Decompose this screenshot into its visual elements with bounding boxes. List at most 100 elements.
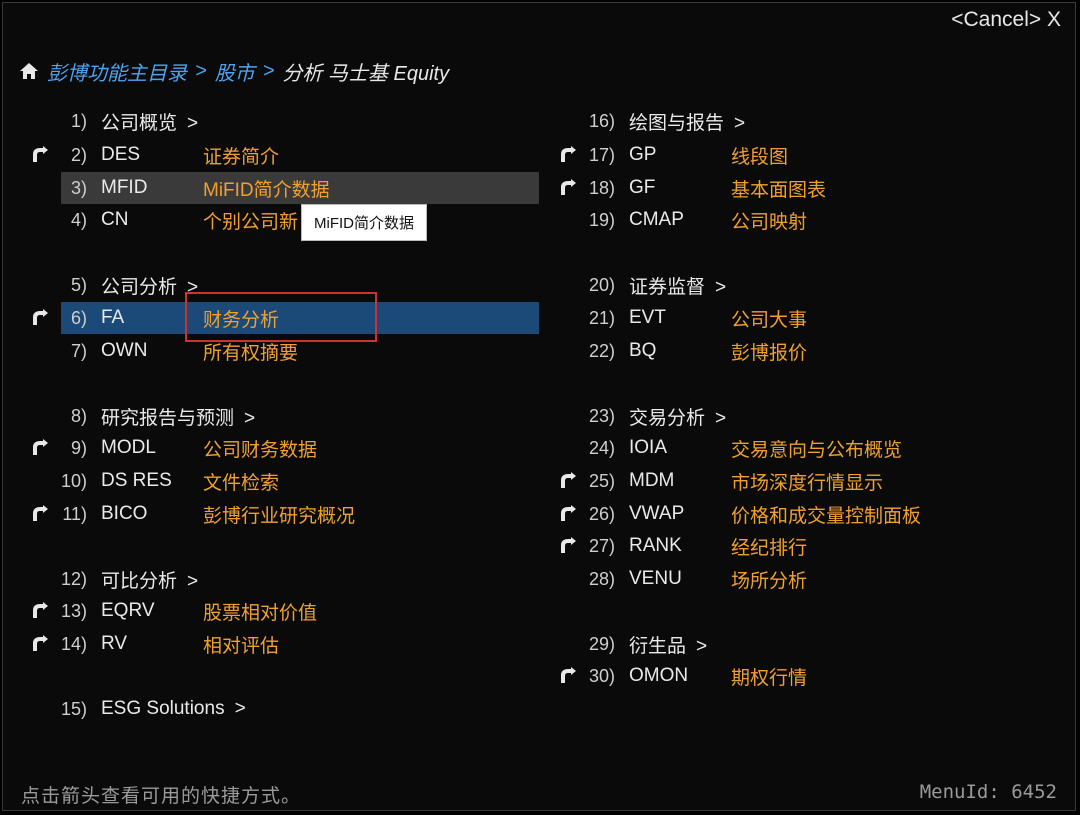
section-title: 研究报告与预测	[101, 407, 235, 429]
menu-item-ds-res[interactable]: 10) DS RES 文件检索	[3, 465, 543, 497]
function-description: 彭博报价	[731, 342, 808, 364]
menu-item-venu[interactable]: 28) VENU 场所分析	[543, 563, 1073, 595]
function-description: 股票相对价值	[203, 602, 318, 624]
chevron-right-icon: >	[244, 407, 256, 429]
shortcut-arrow-icon[interactable]	[31, 309, 49, 327]
function-description: 个别公司新	[203, 211, 299, 233]
shortcut-arrow-icon[interactable]	[31, 439, 49, 457]
menu-item-gf[interactable]: 18) GF 基本面图表	[543, 172, 1073, 204]
section-title: 公司概览	[101, 112, 178, 134]
function-description: 文件检索	[203, 472, 280, 494]
shortcut-arrow-icon[interactable]	[31, 505, 49, 523]
breadcrumb: 彭博功能主目录 > 股市 > 分析 马士基 Equity	[19, 57, 449, 86]
menu-item-fa[interactable]: 6) FA 财务分析	[61, 302, 539, 334]
chevron-right-icon: >	[187, 112, 199, 134]
tooltip: MiFID简介数据	[301, 204, 427, 241]
function-description: 财务分析	[203, 309, 280, 331]
function-description: 证券简介	[203, 146, 280, 168]
function-code: EVT	[629, 307, 666, 328]
section-title: 可比分析	[101, 570, 178, 592]
menu-item-rv[interactable]: 14) RV 相对评估	[3, 628, 543, 660]
breadcrumb-link-equity[interactable]: 股市	[215, 57, 255, 86]
menu-item-cn[interactable]: 4) CN 个别公司新	[3, 204, 543, 236]
function-description: 市场深度行情显示	[731, 472, 884, 494]
section-title: ESG Solutions	[101, 698, 225, 719]
function-code: DES	[101, 144, 141, 165]
breadcrumb-separator: >	[262, 59, 275, 82]
breadcrumb-link-main-menu[interactable]: 彭博功能主目录	[47, 57, 187, 86]
function-description: 彭博行业研究概况	[203, 505, 356, 527]
shortcut-arrow-icon[interactable]	[31, 146, 49, 164]
section-header-comparable[interactable]: 12) 可比分析 >	[3, 563, 543, 595]
section-header-charts-reports[interactable]: 16) 绘图与报告 >	[543, 105, 1073, 137]
function-description: 价格和成交量控制面板	[731, 505, 922, 527]
menu-item-mdm[interactable]: 25) MDM 市场深度行情显示	[543, 465, 1073, 497]
menu-item-cmap[interactable]: 19) CMAP 公司映射	[543, 204, 1073, 236]
menu-item-eqrv[interactable]: 13) EQRV 股票相对价值	[3, 595, 543, 627]
menu-item-omon[interactable]: 30) OMON 期权行情	[543, 660, 1073, 692]
section-title: 公司分析	[101, 276, 178, 298]
section-header-security-monitor[interactable]: 20) 证券监督 >	[543, 269, 1073, 301]
shortcut-arrow-icon[interactable]	[31, 602, 49, 620]
chevron-right-icon: >	[234, 698, 246, 719]
function-code: OWN	[101, 340, 148, 361]
shortcut-arrow-icon[interactable]	[31, 635, 49, 653]
menu-item-gp[interactable]: 17) GP 线段图	[543, 139, 1073, 171]
function-description: 基本面图表	[731, 179, 827, 201]
menu-item-own[interactable]: 7) OWN 所有权摘要	[3, 335, 543, 367]
section-header-company-analysis[interactable]: 5) 公司分析 >	[3, 269, 543, 301]
home-icon[interactable]	[19, 60, 41, 82]
section-title: 证券监督	[629, 276, 706, 298]
section-title: 绘图与报告	[629, 112, 725, 134]
footer-hint: 点击箭头查看可用的快捷方式。	[21, 786, 302, 807]
breadcrumb-separator: >	[195, 59, 207, 82]
menu-item-mfid[interactable]: 3) MFID MiFID简介数据	[61, 172, 539, 204]
menu-item-modl[interactable]: 9) MODL 公司财务数据	[3, 432, 543, 464]
function-code: CMAP	[629, 209, 684, 230]
section-header-research[interactable]: 8) 研究报告与预测 >	[3, 400, 543, 432]
menu-item-vwap[interactable]: 26) VWAP 价格和成交量控制面板	[543, 498, 1073, 530]
menu-item-bico[interactable]: 11) BICO 彭博行业研究概况	[3, 498, 543, 530]
function-code: FA	[101, 307, 125, 328]
function-description: 所有权摘要	[203, 342, 299, 364]
function-code: MDM	[629, 470, 675, 491]
cancel-button[interactable]: <Cancel> X	[951, 8, 1061, 32]
function-code: OMON	[629, 665, 689, 686]
chevron-right-icon: >	[187, 276, 199, 298]
chevron-right-icon: >	[715, 276, 727, 298]
shortcut-arrow-icon[interactable]	[559, 505, 577, 523]
function-code: BQ	[629, 340, 657, 361]
menu-item-bq[interactable]: 22) BQ 彭博报价	[543, 335, 1073, 367]
shortcut-arrow-icon[interactable]	[559, 146, 577, 164]
function-description: 期权行情	[731, 667, 808, 689]
chevron-right-icon: >	[715, 407, 727, 429]
menu-id: MenuId: 6452	[919, 781, 1057, 803]
function-description: 公司映射	[731, 211, 808, 233]
function-description: 公司财务数据	[203, 439, 318, 461]
shortcut-arrow-icon[interactable]	[559, 179, 577, 197]
section-title: 衍生品	[629, 635, 687, 657]
menu-item-evt[interactable]: 21) EVT 公司大事	[543, 302, 1073, 334]
function-code: GF	[629, 177, 656, 198]
function-code: RANK	[629, 535, 682, 556]
section-header-derivatives[interactable]: 29) 衍生品 >	[543, 628, 1073, 660]
function-code: CN	[101, 209, 129, 230]
function-code: GP	[629, 144, 657, 165]
section-header-company-overview[interactable]: 1) 公司概览 >	[3, 105, 543, 137]
function-code: MODL	[101, 437, 156, 458]
menu-item-ioia[interactable]: 24) IOIA 交易意向与公布概览	[543, 432, 1073, 464]
menu-item-rank[interactable]: 27) RANK 经纪排行	[543, 530, 1073, 562]
function-code: DS RES	[101, 470, 172, 491]
shortcut-arrow-icon[interactable]	[559, 537, 577, 555]
menu-item-des[interactable]: 2) DES 证券简介	[3, 139, 543, 171]
section-header-esg[interactable]: 15) ESG Solutions >	[3, 693, 543, 725]
section-header-trade-analysis[interactable]: 23) 交易分析 >	[543, 400, 1073, 432]
function-code: VWAP	[629, 503, 685, 524]
chevron-right-icon: >	[696, 635, 708, 657]
shortcut-arrow-icon[interactable]	[559, 667, 577, 685]
function-description: 场所分析	[731, 570, 808, 592]
function-code: MFID	[101, 177, 148, 198]
section-title: 交易分析	[629, 407, 706, 429]
function-code: RV	[101, 633, 128, 654]
shortcut-arrow-icon[interactable]	[559, 472, 577, 490]
